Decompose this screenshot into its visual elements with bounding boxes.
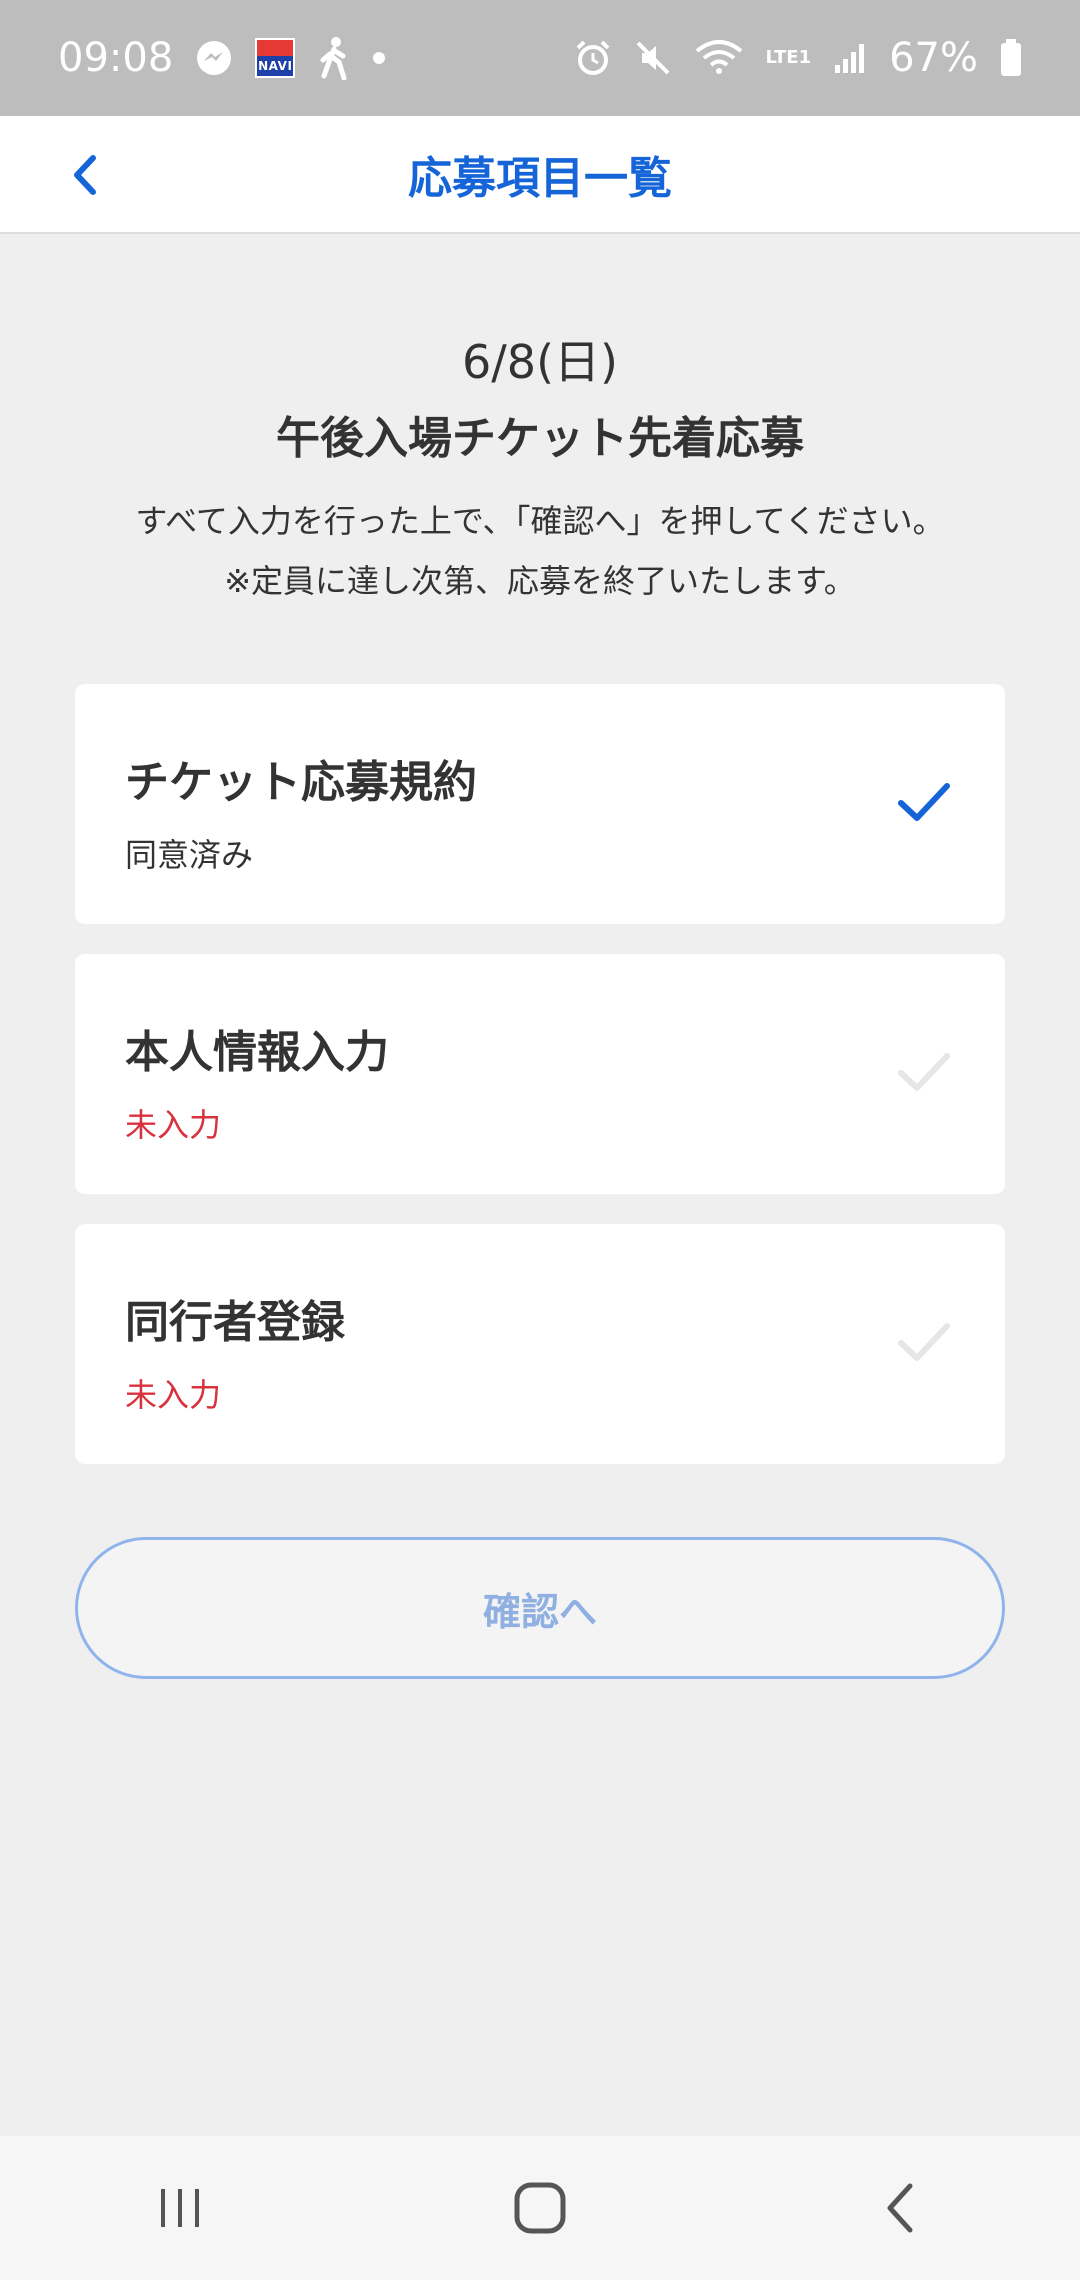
app-header: 応募項目一覧 xyxy=(0,116,1080,234)
item-status: 未入力 xyxy=(125,1106,222,1144)
signal-icon xyxy=(833,41,867,75)
page-title: 応募項目一覧 xyxy=(408,153,672,204)
item-card-ticket-terms[interactable]: チケット応募規約 同意済み xyxy=(75,684,1005,924)
check-icon xyxy=(898,1323,950,1361)
item-title: チケット応募規約 xyxy=(125,757,477,808)
chevron-left-icon xyxy=(74,155,96,195)
alarm-icon xyxy=(574,39,612,77)
check-icon xyxy=(898,1053,950,1091)
clock: 09:08 xyxy=(58,35,174,81)
battery-percent: 67% xyxy=(889,35,978,81)
battery-icon xyxy=(1000,39,1022,77)
item-status: 同意済み xyxy=(125,836,254,874)
instruction-text: すべて入力を行った上で、「確認へ」を押してください。 xyxy=(135,502,945,540)
notification-dot-icon xyxy=(373,52,386,64)
recent-apps-button[interactable] xyxy=(120,2148,240,2268)
status-left: 09:08 NAVI xyxy=(58,35,386,81)
item-title: 本人情報入力 xyxy=(125,1027,389,1078)
event-title: 午後入場チケット先着応募 xyxy=(276,413,804,464)
back-button[interactable] xyxy=(50,140,120,210)
notice-text: ※定員に達し次第、応募を終了いたします。 xyxy=(224,562,856,600)
recent-apps-icon xyxy=(161,2189,199,2227)
item-card-personal-info[interactable]: 本人情報入力 未入力 xyxy=(75,954,1005,1194)
walking-icon xyxy=(317,36,351,80)
system-back-button[interactable] xyxy=(840,2148,960,2268)
item-title: 同行者登録 xyxy=(125,1297,345,1348)
navi-app-icon: NAVI xyxy=(255,38,296,78)
system-nav-bar xyxy=(0,2136,1080,2280)
status-right: LTE1 67% xyxy=(574,35,1023,81)
mute-icon xyxy=(634,39,672,77)
messenger-icon xyxy=(195,39,233,77)
status-bar: 09:08 NAVI LTE1 67% xyxy=(0,0,1080,116)
item-card-companion-registration[interactable]: 同行者登録 未入力 xyxy=(75,1224,1005,1464)
home-button[interactable] xyxy=(480,2148,600,2268)
home-icon xyxy=(514,2182,566,2234)
confirm-button[interactable]: 確認へ xyxy=(75,1537,1005,1679)
back-arrow-icon xyxy=(887,2183,913,2233)
wifi-icon xyxy=(694,39,744,77)
check-icon xyxy=(898,783,950,821)
item-status: 未入力 xyxy=(125,1376,222,1414)
event-date: 6/8(日) xyxy=(462,335,618,389)
lte-label: LTE1 xyxy=(765,47,812,68)
